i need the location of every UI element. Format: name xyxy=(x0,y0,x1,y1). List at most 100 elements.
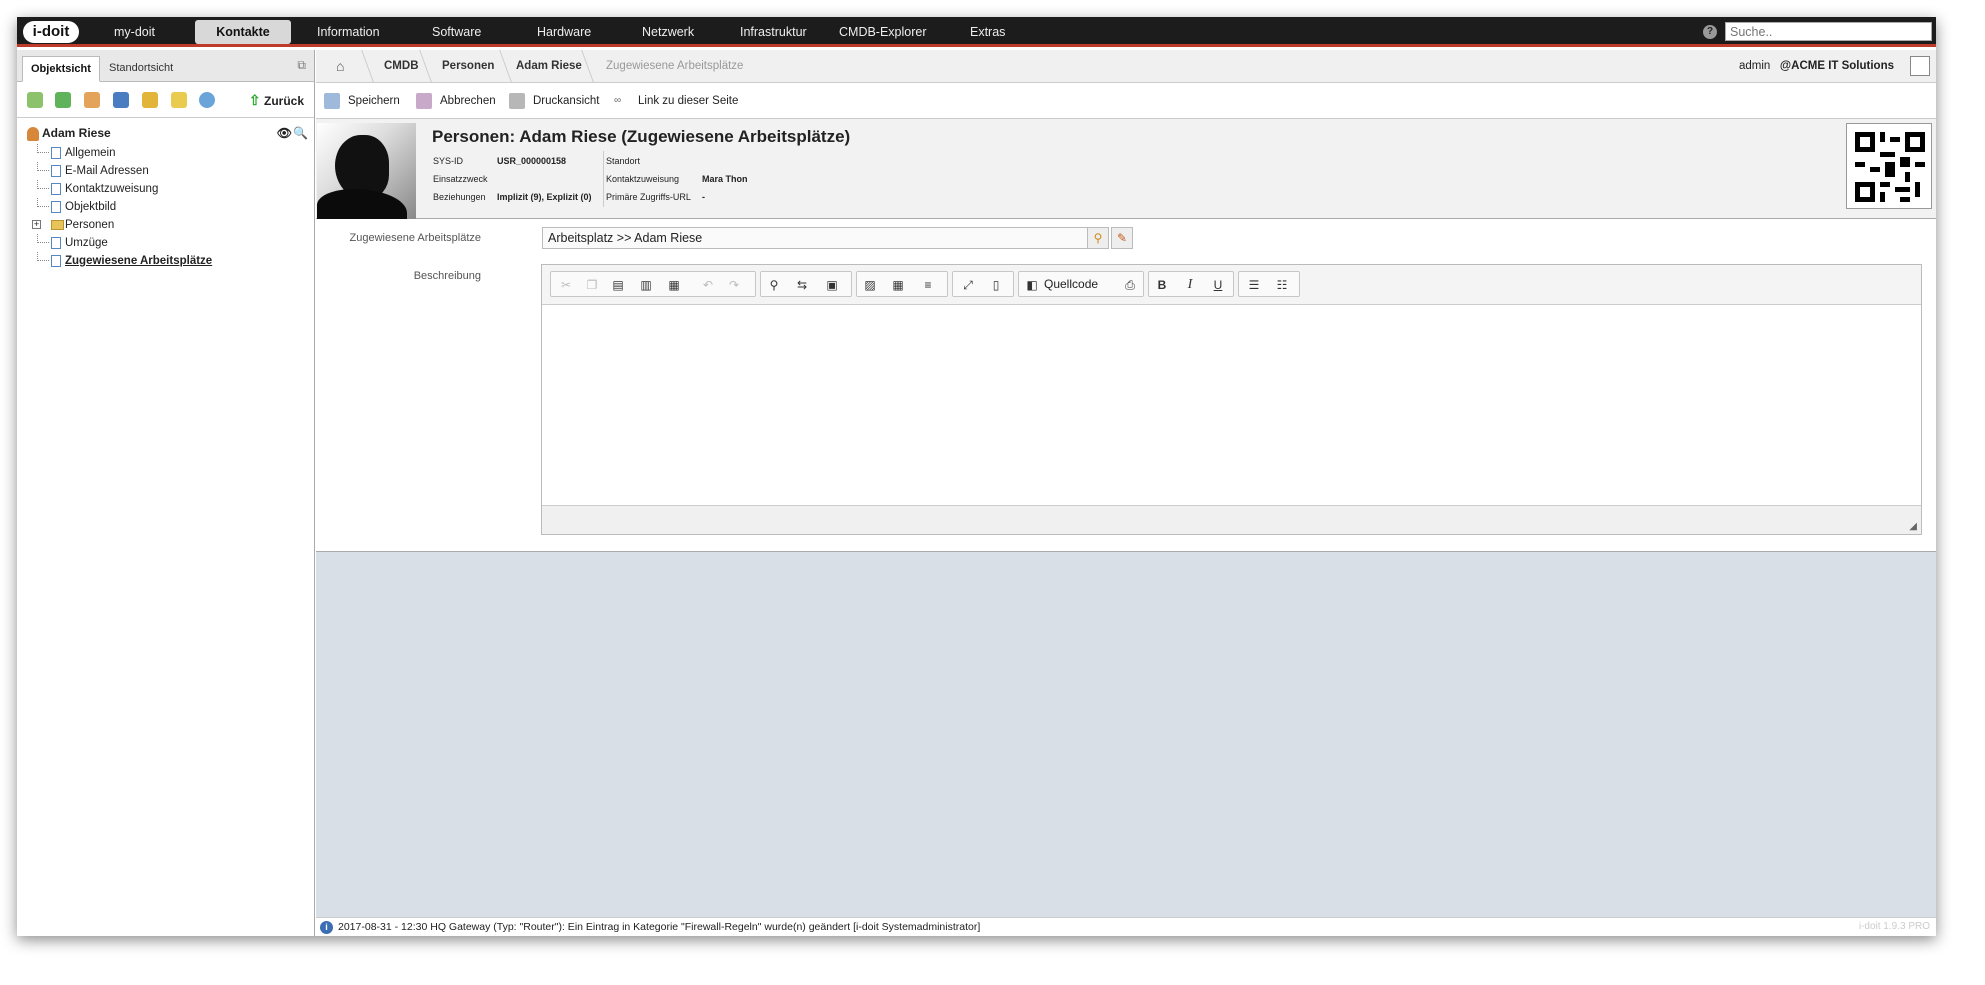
document-icon xyxy=(51,183,61,195)
user-info[interactable]: admin @ACME IT Solutions xyxy=(1739,60,1894,72)
link-icon: ∞ xyxy=(614,95,622,106)
object-image xyxy=(317,123,416,219)
bullet-list-icon[interactable]: ☷ xyxy=(1273,276,1291,294)
app-window: i-doit my-doit Kontakte Information Soft… xyxy=(17,17,1936,936)
user-icon[interactable] xyxy=(1910,56,1930,76)
nav-my-doit[interactable]: my-doit xyxy=(114,17,155,47)
tab-objektsicht[interactable]: Objektsicht xyxy=(22,56,100,82)
find-icon[interactable]: ⚲ xyxy=(765,276,783,294)
purpose-label: Einsatzzweck xyxy=(433,174,488,184)
show-blocks-icon[interactable]: ▯ xyxy=(987,276,1005,294)
book-icon[interactable] xyxy=(113,92,129,108)
contact-value[interactable]: Mara Thon xyxy=(702,174,748,184)
tree-item-objektbild[interactable]: Objektbild xyxy=(27,198,312,216)
cut-icon[interactable]: ✂ xyxy=(557,276,575,294)
home-icon[interactable]: ⌂ xyxy=(336,58,344,74)
italic-icon[interactable]: I xyxy=(1181,276,1199,294)
url-label: Primäre Zugriffs-URL xyxy=(606,192,691,202)
tree-item-personen[interactable]: + Personen xyxy=(27,216,312,234)
document-icon xyxy=(51,147,61,159)
eye-icon[interactable]: 👁 xyxy=(277,126,292,140)
search-icon[interactable]: 🔍 xyxy=(293,126,308,140)
redo-icon[interactable]: ↷ xyxy=(725,276,743,294)
expand-plus-icon[interactable]: + xyxy=(32,220,41,229)
status-bar: i 2017-08-31 - 12:30 HQ Gateway (Typ: "R… xyxy=(316,917,1936,936)
expand-icon[interactable] xyxy=(55,92,71,108)
underline-icon[interactable]: U xyxy=(1209,276,1227,294)
nav-extras[interactable]: Extras xyxy=(970,17,1005,47)
tree-icon[interactable] xyxy=(27,92,43,108)
tree-item-allgemein[interactable]: Allgemein xyxy=(27,144,312,162)
relations-value[interactable]: Implizit (9), Explizit (0) xyxy=(497,192,592,202)
nav-kontakte[interactable]: Kontakte xyxy=(195,20,291,44)
horizontal-line-icon[interactable]: ≡ xyxy=(919,276,937,294)
description-label: Beschreibung xyxy=(413,270,481,282)
tree-item-umzuege[interactable]: Umzüge xyxy=(27,234,312,252)
lock-icon[interactable] xyxy=(142,92,158,108)
paste-word-icon[interactable]: ▦ xyxy=(665,276,683,294)
tab-standortsicht[interactable]: Standortsicht xyxy=(101,56,181,82)
resize-handle-icon[interactable]: ◢ xyxy=(1909,521,1917,532)
undo-icon[interactable]: ↶ xyxy=(699,276,717,294)
version-label: i-doit 1.9.3 PRO xyxy=(1858,921,1930,932)
save-button[interactable]: Speichern xyxy=(324,93,400,109)
tree-root[interactable]: Adam Riese 👁 🔍 xyxy=(27,126,312,144)
paste-text-icon[interactable]: ▥ xyxy=(637,276,655,294)
breadcrumb-personen[interactable]: Personen xyxy=(442,50,494,82)
nav-infrastruktur[interactable]: Infrastruktur xyxy=(740,17,807,47)
status-message: 2017-08-31 - 12:30 HQ Gateway (Typ: "Rou… xyxy=(338,921,981,933)
cancel-icon xyxy=(416,93,432,109)
search-icon[interactable]: ⚲ xyxy=(1087,227,1109,249)
top-navigation: i-doit my-doit Kontakte Information Soft… xyxy=(17,17,1936,47)
document-icon xyxy=(51,201,61,213)
maximize-icon[interactable]: ⤢ xyxy=(959,276,977,294)
relations-label: Beziehungen xyxy=(433,192,486,202)
source-icon[interactable]: ◧ xyxy=(1023,276,1041,294)
globe-icon[interactable] xyxy=(199,92,215,108)
print-icon[interactable]: ⎙ xyxy=(1121,276,1139,294)
back-button[interactable]: ⇧ Zurück xyxy=(249,92,304,109)
bold-icon[interactable]: B xyxy=(1153,276,1171,294)
sysid-label: SYS-ID xyxy=(433,156,464,166)
table-icon[interactable]: ▦ xyxy=(889,276,907,294)
popout-icon[interactable]: ⧉ xyxy=(297,58,306,73)
detach-icon[interactable]: ✎ xyxy=(1111,227,1133,249)
editor-text-area[interactable] xyxy=(542,305,1921,505)
breadcrumb-object[interactable]: Adam Riese xyxy=(516,50,582,82)
person-icon xyxy=(27,126,39,141)
numbered-list-icon[interactable]: ☰ xyxy=(1245,276,1263,294)
search-input[interactable] xyxy=(1725,22,1932,41)
image-icon[interactable]: ▨ xyxy=(861,276,879,294)
paste-icon[interactable]: ▤ xyxy=(609,276,627,294)
printer-icon xyxy=(509,93,525,109)
help-icon[interactable]: ? xyxy=(1703,25,1717,39)
editor-status-bar: ◢ xyxy=(542,505,1921,534)
tree-item-email[interactable]: E-Mail Adressen xyxy=(27,162,312,180)
qr-code[interactable] xyxy=(1846,123,1932,209)
nav-cmdb-explorer[interactable]: CMDB-Explorer xyxy=(839,17,927,47)
cancel-button[interactable]: Abbrechen xyxy=(416,93,496,109)
link-button[interactable]: ∞ Link zu dieser Seite xyxy=(614,93,738,109)
tree-item-kontaktzuweisung[interactable]: Kontaktzuweisung xyxy=(27,180,312,198)
document-icon xyxy=(51,165,61,177)
assigned-workplaces-field[interactable]: Arbeitsplatz >> Adam Riese xyxy=(542,227,1088,249)
replace-icon[interactable]: ⇆ xyxy=(793,276,811,294)
nav-software[interactable]: Software xyxy=(432,17,481,47)
source-button[interactable]: Quellcode xyxy=(1044,277,1098,291)
list-icon[interactable] xyxy=(84,92,100,108)
print-view-button[interactable]: Druckansicht xyxy=(509,93,599,109)
arrow-up-icon: ⇧ xyxy=(248,92,261,108)
left-panel: Objektsicht Standortsicht ⧉ ⇧ Zurück Ada… xyxy=(17,50,315,936)
tree-item-zugewiesene-arbeitsplaetze[interactable]: Zugewiesene Arbeitsplätze xyxy=(27,252,312,270)
select-all-icon[interactable]: ▣ xyxy=(823,276,841,294)
nav-information[interactable]: Information xyxy=(317,17,380,47)
breadcrumb-current: Zugewiesene Arbeitsplätze xyxy=(606,60,744,72)
shield-icon[interactable] xyxy=(171,92,187,108)
nav-hardware[interactable]: Hardware xyxy=(537,17,591,47)
nav-netzwerk[interactable]: Netzwerk xyxy=(642,17,694,47)
copy-icon[interactable]: ❐ xyxy=(583,276,601,294)
editor-toolbar: ✂ ❐ ▤ ▥ ▦ ↶ ↷ ⚲ ⇆ ▣ ▨ ▦ ≡ ⤢ ▯ ◧ Quellcod… xyxy=(542,265,1921,305)
left-tabs: Objektsicht Standortsicht ⧉ xyxy=(17,50,314,82)
i-doit-logo[interactable]: i-doit xyxy=(23,21,79,43)
category-form: Zugewiesene Arbeitsplätze Arbeitsplatz >… xyxy=(316,219,1936,552)
